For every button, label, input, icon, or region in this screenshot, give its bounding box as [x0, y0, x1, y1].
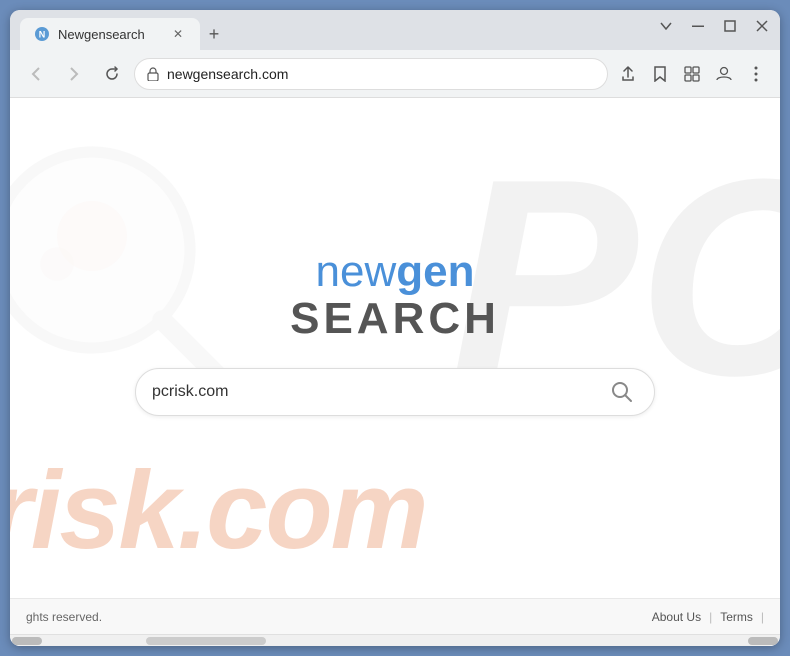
share-button[interactable] [614, 60, 642, 88]
profile-button[interactable] [710, 60, 738, 88]
browser-window: N Newgensearch ✕ + [10, 10, 780, 646]
address-bar[interactable] [134, 58, 608, 90]
footer-links: About Us | Terms | [652, 610, 764, 624]
search-bar[interactable] [135, 368, 655, 416]
footer-divider-2: | [761, 610, 764, 624]
active-tab[interactable]: N Newgensearch ✕ [20, 18, 200, 50]
extensions-button[interactable] [678, 60, 706, 88]
copyright-text: ghts reserved. [26, 610, 102, 624]
new-tab-button[interactable]: + [200, 20, 228, 48]
url-input[interactable] [167, 66, 595, 82]
minimize-button[interactable] [690, 18, 706, 34]
brand-new: new [316, 247, 397, 296]
tab-favicon: N [34, 26, 50, 42]
title-bar: N Newgensearch ✕ + [10, 10, 780, 50]
svg-text:N: N [39, 30, 46, 40]
footer: ghts reserved. About Us | Terms | [10, 598, 780, 634]
menu-button[interactable] [742, 60, 770, 88]
scroll-right-arrow[interactable] [748, 637, 778, 645]
search-input[interactable] [152, 383, 606, 401]
chevron-down-button[interactable] [658, 18, 674, 34]
main-area: newgen SEARCH [10, 98, 780, 598]
bookmark-button[interactable] [646, 60, 674, 88]
toolbar [10, 50, 780, 98]
back-button[interactable] [20, 58, 52, 90]
window-controls [658, 18, 770, 34]
search-button[interactable] [606, 376, 638, 408]
tab-title: Newgensearch [58, 27, 145, 42]
close-button[interactable] [754, 18, 770, 34]
scroll-thumb[interactable] [146, 637, 266, 645]
toolbar-actions [614, 60, 770, 88]
lock-icon [147, 67, 159, 81]
tab-close-button[interactable]: ✕ [170, 26, 186, 42]
brand-logo: newgen SEARCH [290, 250, 500, 344]
about-us-link[interactable]: About Us [652, 610, 701, 624]
page-content: PC risk.com newgen SEARCH [10, 98, 780, 634]
horizontal-scrollbar[interactable] [10, 634, 780, 646]
brand-gen: gen [396, 247, 474, 296]
maximize-button[interactable] [722, 18, 738, 34]
footer-divider-1: | [709, 610, 712, 624]
brand-search: SEARCH [290, 294, 500, 344]
refresh-button[interactable] [96, 58, 128, 90]
brand-name: newgen [290, 250, 500, 294]
scroll-left-arrow[interactable] [12, 637, 42, 645]
forward-button[interactable] [58, 58, 90, 90]
terms-link[interactable]: Terms [720, 610, 753, 624]
